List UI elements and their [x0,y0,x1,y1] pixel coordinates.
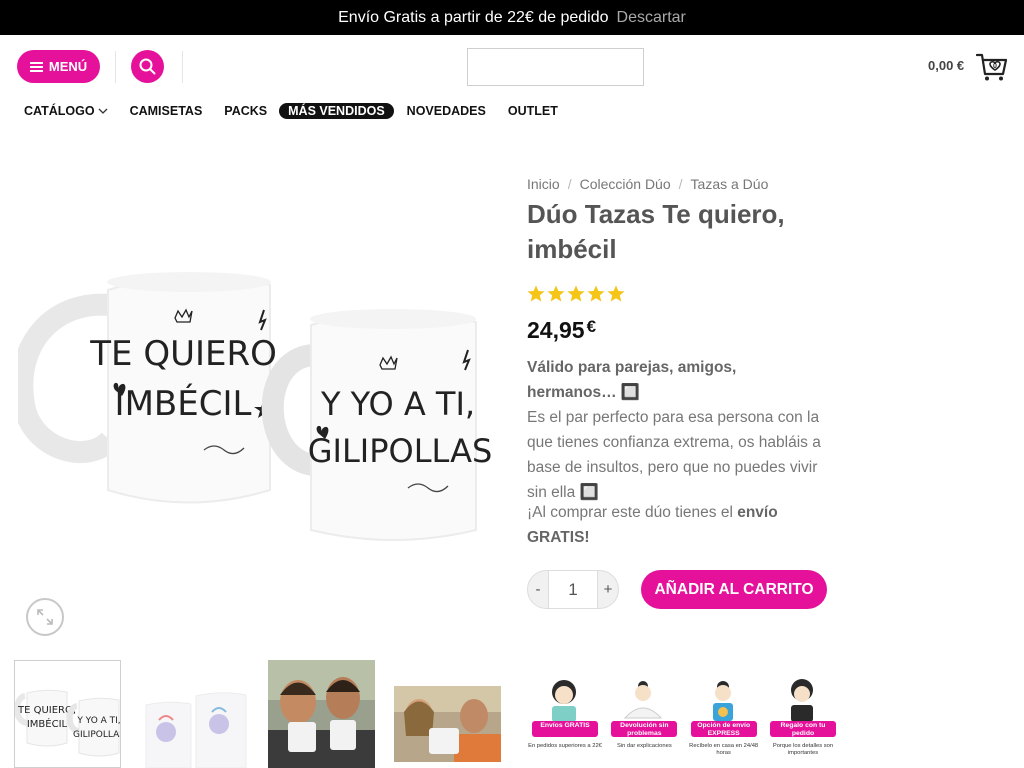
announcement-bar: Envío Gratis a partir de 22€ de pedido D… [0,0,1024,35]
dismiss-link[interactable]: Descartar [617,9,686,27]
thumbnail[interactable]: TE QUIERO, IMBÉCIL Y YO A TI, GILIPOLLAS [14,660,121,768]
promo-text: ¡Al comprar este dúo tienes el [527,504,738,521]
thumbnail-image [394,686,501,762]
price-amount: 24,95 [527,317,585,343]
description-text: Es el par perfecto para esa persona con … [527,409,821,501]
product-price: 24,95 € [527,317,596,344]
nav-label: CATÁLOGO [24,104,95,118]
thumbnail-image: TE QUIERO, IMBÉCIL Y YO A TI, GILIPOLLAS [15,661,121,767]
breadcrumb-item[interactable]: Inicio [527,176,560,192]
gift-girl-icon [790,679,813,722]
mug-text: IMBÉCIL [27,717,68,730]
breadcrumb-item[interactable]: Colección Dúo [580,176,671,192]
breadcrumb: Inicio / Colección Dúo / Tazas a Dúo [527,176,768,192]
mug-text: GILIPOLLAS [73,730,121,740]
nav-label: NOVEDADES [406,104,486,118]
header: MENÚ 0,00 € 0 [0,35,1024,97]
cart-total[interactable]: 0,00 € [928,58,964,73]
nav-item-catalogo[interactable]: CATÁLOGO [24,104,108,118]
badge-free-shipping: Envíos GRATIS En pedidos superiores a 22… [528,678,602,763]
star-icon [587,285,605,302]
nav-item-novedades[interactable]: NOVEDADES [407,104,486,118]
badge-gift: Regalo con tu pedido Porque los detalles… [766,678,838,763]
nav-label: MÁS VENDIDOS [288,104,385,118]
badge-title: Envíos GRATIS [532,721,598,737]
zoom-button[interactable] [26,598,64,636]
quantity-stepper: - + [527,570,619,609]
badge-subtitle: Recíbelo en casa en 24/48 horas [689,743,759,756]
nav-item-mas-vendidos[interactable]: MÁS VENDIDOS [279,103,394,119]
left-mug: TE QUIERO, IMBÉCIL [18,272,288,504]
hamburger-icon [29,61,43,72]
badge-subtitle: Porque los detalles son importantes [772,743,834,756]
cart-icon[interactable]: 0 [976,52,1008,82]
quantity-input[interactable] [549,570,597,609]
site-logo[interactable] [467,48,644,86]
menu-label: MENÚ [48,59,88,74]
mug-text: Y YO A TI, [320,385,475,423]
service-badges: Envíos GRATIS En pedidos superiores a 22… [528,678,838,763]
price-currency: € [586,317,597,336]
star-icon [567,285,585,302]
add-to-cart-button[interactable]: AÑADIR AL CARRITO [641,570,827,609]
breadcrumb-separator: / [678,176,683,192]
badge-subtitle: Sin dar explicaciones [616,743,672,749]
thumbnail[interactable] [268,660,375,768]
mug-text: IMBÉCIL [115,383,252,424]
breadcrumb-separator: / [567,176,572,192]
right-mug: Y YO A TI, GILIPOLLAS [261,309,493,541]
star-icon [547,285,565,302]
product-title: Dúo Tazas Te quiero, imbécil [527,199,785,264]
nav-label: PACKS [224,104,268,118]
divider [182,51,183,83]
badge-express: Opción de envío EXPRESS Recíbelo en casa… [687,678,759,763]
badge-returns: Devolución sin problemas Sin dar explica… [607,678,679,763]
breadcrumb-item[interactable]: Tazas a Dúo [691,176,769,192]
product-description: Válido para parejas, amigos, hermanos… 🔲… [527,355,827,505]
thumbnail[interactable] [141,660,248,768]
shipping-promo: ¡Al comprar este dúo tienes el envío GRA… [527,500,827,550]
nav-label: OUTLET [507,104,558,118]
cart-count: 0 [993,63,997,70]
divider [115,51,116,83]
badge-title: Regalo con tu pedido [769,721,836,737]
thumbnail-image [268,660,375,768]
meditating-girl-icon [624,681,663,719]
nav-item-camisetas[interactable]: CAMISETAS [130,104,203,118]
badge-title: Devolución sin problemas [611,721,678,737]
description-highlight: Válido para parejas, amigos, hermanos… 🔲 [527,359,737,401]
announcement-text: Envío Gratis a partir de 22€ de pedido [338,8,609,26]
mug-text: TE QUIERO, [89,334,287,374]
star-icon [607,285,625,302]
search-button[interactable] [131,50,164,83]
mug-text: GILIPOLLAS [308,432,493,470]
badge-title: Opción de envío EXPRESS [690,721,757,737]
quantity-increase-button[interactable]: + [597,570,619,609]
quantity-decrease-button[interactable]: - [527,570,549,609]
chevron-down-icon [98,108,108,114]
girl-illustration-icon [552,680,576,722]
mug-text: Y YO A TI, [76,716,120,726]
nav-item-packs[interactable]: PACKS [224,104,267,118]
star-icon [527,285,545,302]
nav-item-outlet[interactable]: OUTLET [508,104,558,118]
express-girl-icon [712,681,733,721]
main-nav: CATÁLOGO CAMISETAS PACKS MÁS VENDIDOS NO… [24,102,580,120]
nav-label: CAMISETAS [129,104,203,118]
rating-stars[interactable] [527,285,625,302]
thumbnail-image [141,660,248,768]
menu-button[interactable]: MENÚ [17,50,100,83]
expand-icon [37,609,53,625]
badge-subtitle: En pedidos superiores a 22€ [528,743,602,749]
product-image[interactable]: TE QUIERO, IMBÉCIL Y YO A TI, GILIPOLLAS [18,170,500,640]
thumbnail[interactable] [394,686,501,762]
search-icon [139,58,156,75]
